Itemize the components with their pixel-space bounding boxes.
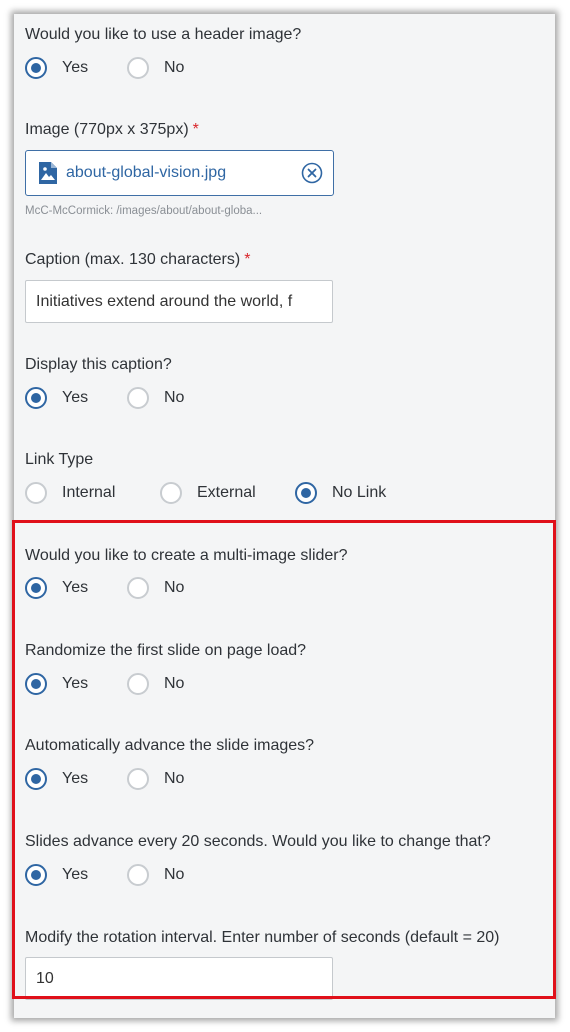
radio-unselected-indicator <box>127 387 149 409</box>
required-marker: * <box>192 121 199 138</box>
slider-no-radio[interactable]: No <box>127 577 184 599</box>
randomize-radio-group: Yes No <box>25 671 184 697</box>
randomize-yes-radio[interactable]: Yes <box>25 673 127 695</box>
slider-radio-group: Yes No <box>25 575 184 601</box>
image-path: McC-McCormick: /images/about/about-globa… <box>25 205 263 217</box>
link-type-external-radio[interactable]: External <box>160 482 295 504</box>
radio-unselected-indicator <box>127 673 149 695</box>
rotation-interval-input[interactable]: 10 <box>25 957 333 1000</box>
auto-advance-yes-radio[interactable]: Yes <box>25 768 127 790</box>
link-type-internal-radio[interactable]: Internal <box>25 482 160 504</box>
image-file-name[interactable]: about-global-vision.jpg <box>66 164 226 182</box>
radio-unselected-indicator <box>127 577 149 599</box>
radio-selected-indicator <box>25 768 47 790</box>
slider-yes-radio[interactable]: Yes <box>25 577 127 599</box>
change-interval-no-radio[interactable]: No <box>127 864 184 886</box>
radio-unselected-indicator <box>25 482 47 504</box>
header-image-radio-group: Yes No <box>25 55 184 81</box>
change-interval-yes-radio[interactable]: Yes <box>25 864 127 886</box>
radio-selected-indicator <box>25 673 47 695</box>
header-image-question: Would you like to use a header image? <box>25 26 302 43</box>
form-panel: Would you like to use a header image? Ye… <box>14 14 555 1018</box>
clear-circle-x-icon[interactable] <box>301 162 323 184</box>
image-file-field[interactable]: about-global-vision.jpg <box>25 150 334 196</box>
header-image-yes-radio[interactable]: Yes <box>25 57 127 79</box>
required-marker: * <box>244 251 251 268</box>
image-file-icon <box>38 161 58 185</box>
radio-selected-indicator <box>25 387 47 409</box>
image-label: Image (770px x 375px) * <box>25 121 199 138</box>
caption-input[interactable]: Initiatives extend around the world, f <box>25 280 333 323</box>
radio-unselected-indicator <box>127 864 149 886</box>
radio-unselected-indicator <box>160 482 182 504</box>
link-type-radio-group: Internal External No Link <box>25 480 386 506</box>
radio-selected-indicator <box>25 864 47 886</box>
display-caption-question: Display this caption? <box>25 356 172 373</box>
radio-unselected-indicator <box>127 57 149 79</box>
header-image-no-radio[interactable]: No <box>127 57 184 79</box>
link-type-label: Link Type <box>25 451 94 468</box>
randomize-no-radio[interactable]: No <box>127 673 184 695</box>
radio-selected-indicator <box>25 577 47 599</box>
randomize-question: Randomize the first slide on page load? <box>25 642 307 659</box>
link-type-no-link-radio[interactable]: No Link <box>295 482 386 504</box>
display-caption-no-radio[interactable]: No <box>127 387 184 409</box>
radio-unselected-indicator <box>127 768 149 790</box>
display-caption-yes-radio[interactable]: Yes <box>25 387 127 409</box>
rotation-interval-label: Modify the rotation interval. Enter numb… <box>25 929 500 946</box>
change-interval-question: Slides advance every 20 seconds. Would y… <box>25 833 491 850</box>
display-caption-radio-group: Yes No <box>25 385 184 411</box>
caption-label: Caption (max. 130 characters) * <box>25 251 251 268</box>
auto-advance-question: Automatically advance the slide images? <box>25 737 315 754</box>
auto-advance-radio-group: Yes No <box>25 766 184 792</box>
radio-selected-indicator <box>25 57 47 79</box>
change-interval-radio-group: Yes No <box>25 862 184 888</box>
radio-selected-indicator <box>295 482 317 504</box>
slider-question: Would you like to create a multi-image s… <box>25 547 348 564</box>
auto-advance-no-radio[interactable]: No <box>127 768 184 790</box>
